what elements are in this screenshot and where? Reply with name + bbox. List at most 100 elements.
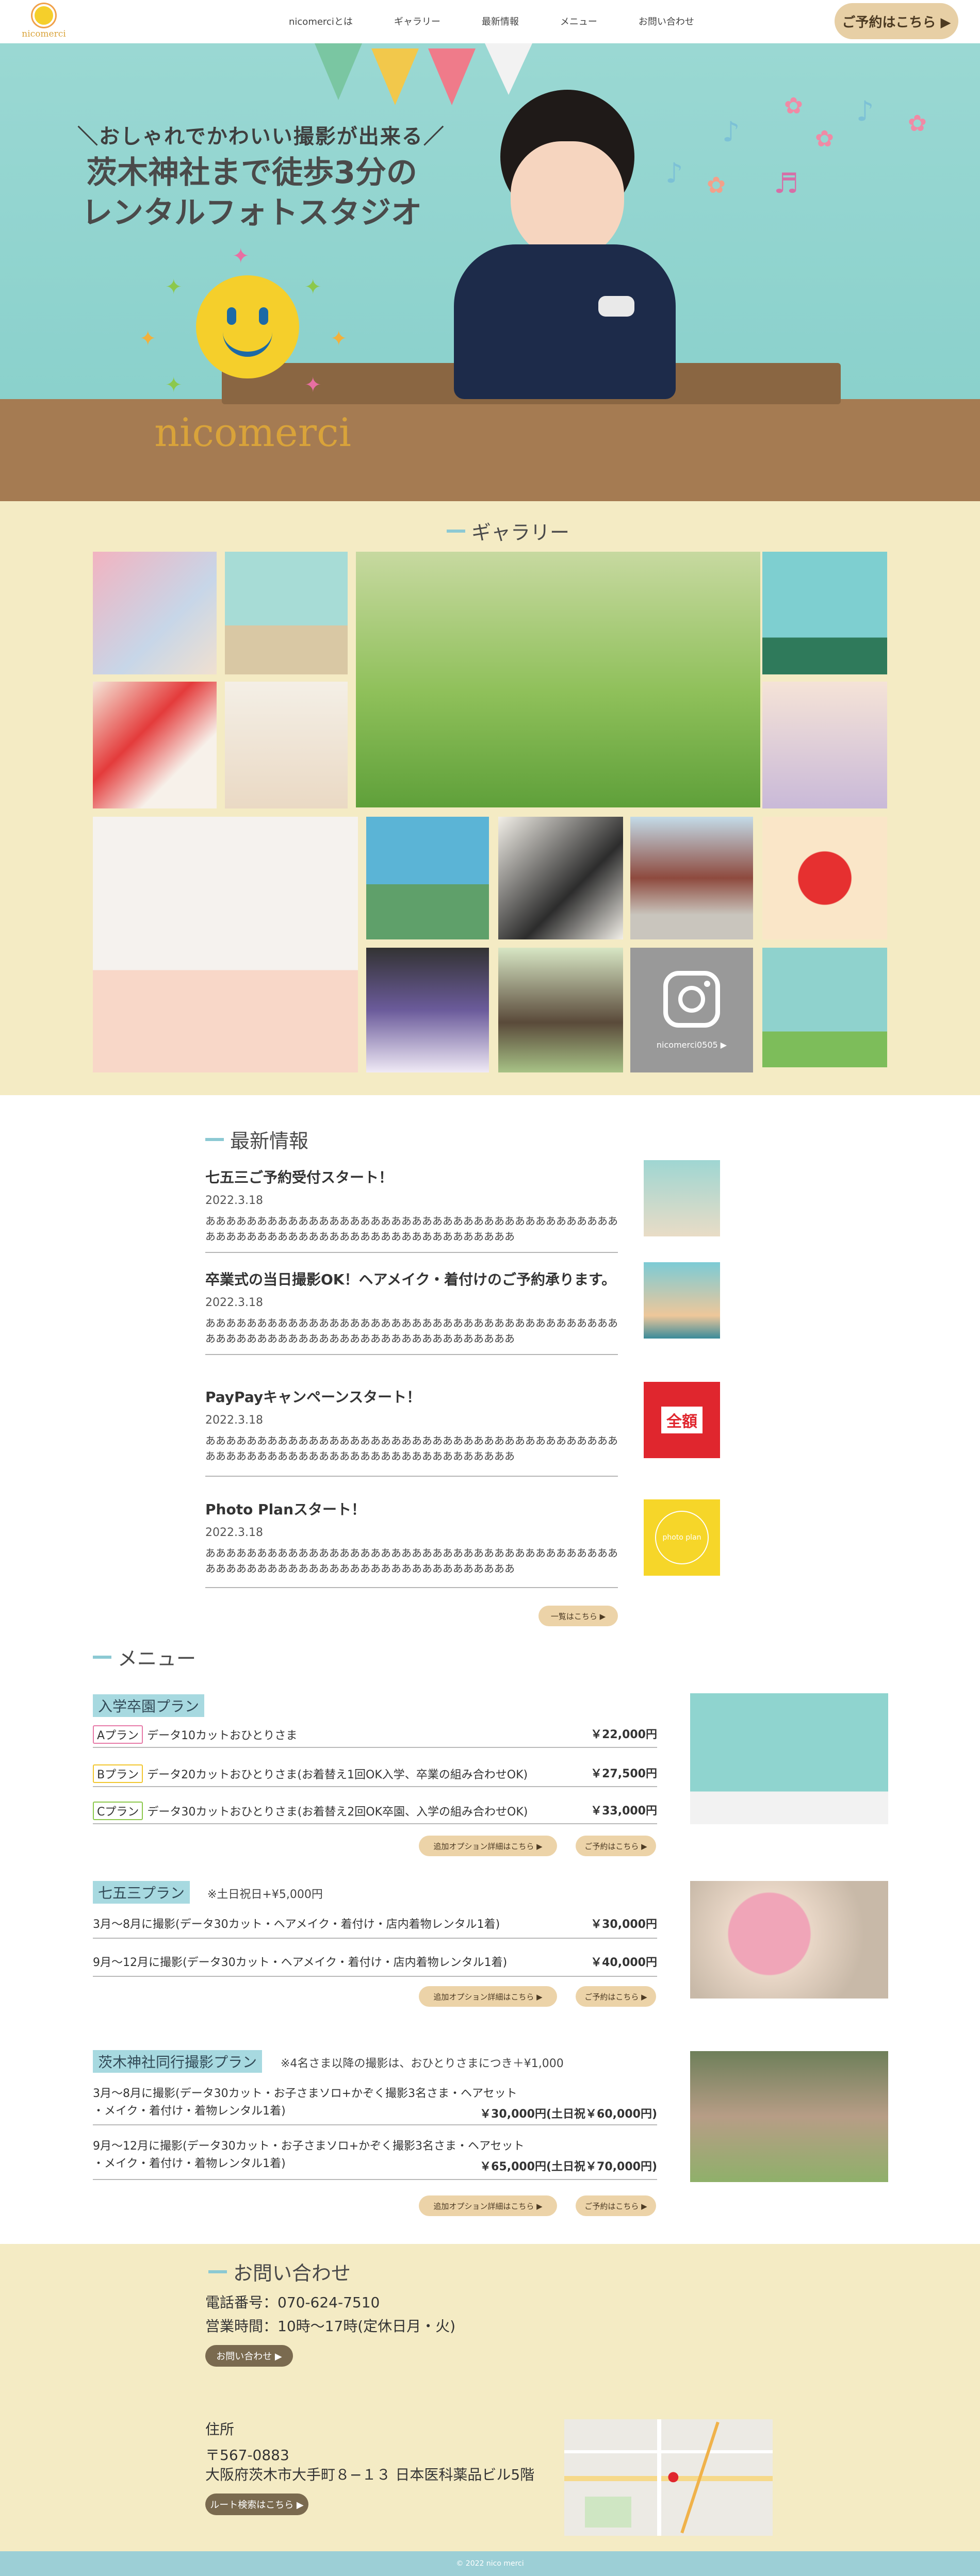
music-note-icon: ♪ bbox=[665, 157, 683, 189]
plan-reserve-button[interactable]: ご予約はこちら ▶ bbox=[576, 1836, 656, 1856]
site-logo[interactable]: nicomerci bbox=[21, 4, 67, 41]
flower-icon: ✿ bbox=[784, 93, 803, 119]
gallery-photo[interactable] bbox=[93, 817, 358, 1072]
sun-logo-icon bbox=[32, 4, 55, 27]
news-more-button[interactable]: 一覧はこちら ▶ bbox=[538, 1606, 618, 1626]
contact-section bbox=[0, 2244, 980, 2551]
gallery-photo[interactable] bbox=[498, 817, 623, 939]
main-nav: nicomerciとは ギャラリー 最新情報 メニュー お問い合わせ bbox=[289, 14, 736, 30]
news-title-text: 最新情報 bbox=[230, 1130, 309, 1152]
hero-tagline: ＼おしゃれでかわいい撮影が出来る／ bbox=[77, 125, 445, 148]
plan-note: ※土日祝日+¥5,000円 bbox=[207, 1888, 323, 1901]
reserve-button[interactable]: ご予約はこちら ▶ bbox=[835, 3, 958, 39]
divider bbox=[205, 1354, 618, 1355]
news-thumbnail[interactable]: 全額 bbox=[644, 1382, 720, 1458]
news-item-title[interactable]: 七五三ご予約受付スタート！ bbox=[205, 1166, 618, 1187]
plan-price: ￥33,000円 bbox=[591, 1805, 657, 1818]
address-text: 大阪府茨木市大手町８−１３ 日本医科薬品ビル5階 bbox=[205, 2466, 535, 2483]
news-item[interactable]: 七五三ご予約受付スタート！ 2022.3.18 ああああああああああああああああ… bbox=[205, 1166, 618, 1244]
photo-plan-badge: photo plan bbox=[655, 1511, 709, 1564]
gallery-photo[interactable] bbox=[225, 552, 348, 674]
contact-title-text: お問い合わせ bbox=[233, 2262, 351, 2285]
news-thumbnail[interactable]: photo plan bbox=[644, 1499, 720, 1576]
news-thumbnail[interactable] bbox=[644, 1262, 720, 1339]
nav-about[interactable]: nicomerciとは bbox=[289, 14, 353, 30]
smiley-sun-icon bbox=[196, 275, 299, 378]
hero-headline-line1: 茨木神社まで徒歩3分の bbox=[86, 155, 417, 191]
gallery-photo[interactable] bbox=[762, 948, 887, 1067]
plan-row-text: データ30カットおひとりさま(お着替え2回OK卒園、入学の組み合わせOK) bbox=[147, 1806, 528, 1819]
plan-row: Bプラン データ20カットおひとりさま(お着替え1回OK入学、卒業の組み合わせOK… bbox=[93, 1764, 657, 1787]
hero-headline: 茨木神社まで徒歩3分の レンタルフォトスタジオ bbox=[66, 153, 437, 233]
news-item-title[interactable]: Photo Planスタート！ bbox=[205, 1498, 618, 1519]
plan-row: Aプラン データ10カットおひとりさま ￥22,000円 bbox=[93, 1725, 657, 1748]
plan-row-label: 3月〜8月に撮影(データ30カット・お子さまソロ+かぞく撮影3名さま・ヘアセット… bbox=[93, 2085, 517, 2120]
option-details-button[interactable]: 追加オプション詳細はこちら ▶ bbox=[419, 2195, 557, 2216]
menu-title-text: メニュー bbox=[118, 1647, 197, 1670]
instagram-icon bbox=[663, 970, 720, 1028]
menu-photo bbox=[690, 1881, 888, 1999]
gallery-photo[interactable] bbox=[93, 682, 217, 808]
nav-gallery[interactable]: ギャラリー bbox=[394, 14, 440, 30]
flower-icon: ✿ bbox=[707, 172, 726, 199]
news-item[interactable]: PayPayキャンペーンスタート！ 2022.3.18 ああああああああああああ… bbox=[205, 1386, 618, 1464]
gallery-title: ギャラリー bbox=[447, 517, 569, 545]
news-item-title[interactable]: PayPayキャンペーンスタート！ bbox=[205, 1386, 618, 1407]
plan-row-label: Aプラン データ10カットおひとりさま bbox=[93, 1725, 297, 1744]
gallery-photo[interactable] bbox=[356, 552, 760, 807]
address-postal: 〒567-0883 bbox=[205, 2447, 289, 2464]
instagram-link[interactable]: nicomerci0505 ▶ bbox=[630, 948, 753, 1072]
gallery-photo[interactable] bbox=[366, 948, 489, 1072]
news-item-date: 2022.3.18 bbox=[205, 1296, 263, 1309]
news-item-body: ああああああああああああああああああああああああああああああああああああああああ… bbox=[205, 1434, 618, 1462]
plan-row-text: データ10カットおひとりさま bbox=[147, 1729, 298, 1742]
gallery-photo[interactable] bbox=[498, 948, 623, 1072]
gallery-photo[interactable] bbox=[225, 682, 348, 808]
gallery-photo[interactable] bbox=[630, 817, 753, 939]
menu-photo bbox=[690, 2051, 888, 2182]
news-item-title[interactable]: 卒業式の当日撮影OK！ヘアメイク・着付けのご予約承ります。 bbox=[205, 1268, 618, 1289]
map-embed[interactable]: ● bbox=[564, 2419, 773, 2536]
gallery-photo[interactable] bbox=[762, 817, 887, 939]
plan-name: 茨木神社同行撮影プラン bbox=[93, 2050, 263, 2073]
gallery-photo[interactable] bbox=[93, 552, 217, 674]
address-label: 住所 bbox=[205, 2421, 235, 2438]
music-note-icon: ♪ bbox=[722, 115, 740, 148]
route-button[interactable]: ルート検索はこちら ▶ bbox=[205, 2494, 308, 2515]
hero-headline-line2: レンタルフォトスタジオ bbox=[81, 195, 422, 231]
nav-menu[interactable]: メニュー bbox=[560, 14, 597, 30]
contact-button[interactable]: お問い合わせ ▶ bbox=[205, 2345, 293, 2367]
map-road bbox=[657, 2419, 661, 2536]
plan-reserve-button[interactable]: ご予約はこちら ▶ bbox=[576, 2195, 656, 2216]
news-item-body: ああああああああああああああああああああああああああああああああああああああああ… bbox=[205, 1317, 618, 1345]
contact-hours: 営業時間：10時〜17時(定休日月・火) bbox=[205, 2318, 456, 2335]
gallery-photo[interactable] bbox=[366, 817, 489, 939]
gallery-photo[interactable] bbox=[762, 682, 887, 808]
nav-news[interactable]: 最新情報 bbox=[482, 14, 519, 30]
news-item[interactable]: 卒業式の当日撮影OK！ヘアメイク・着付けのご予約承ります。 2022.3.18 … bbox=[205, 1268, 618, 1346]
plan-row: 3月〜8月に撮影(データ30カット・お子さまソロ+かぞく撮影3名さま・ヘアセット… bbox=[93, 2085, 657, 2125]
plan-price: ￥65,000円(土日祝￥70,000円) bbox=[480, 2160, 657, 2173]
nav-contact[interactable]: お問い合わせ bbox=[639, 14, 694, 30]
option-details-button[interactable]: 追加オプション詳細はこちら ▶ bbox=[419, 1986, 557, 2007]
divider bbox=[205, 1587, 618, 1588]
option-details-button[interactable]: 追加オプション詳細はこちら ▶ bbox=[419, 1836, 557, 1856]
gallery-photo[interactable] bbox=[762, 552, 887, 674]
gallery-title-text: ギャラリー bbox=[471, 521, 570, 544]
plan-reserve-button[interactable]: ご予約はこちら ▶ bbox=[576, 1986, 656, 2007]
news-item-body: ああああああああああああああああああああああああああああああああああああああああ… bbox=[205, 1547, 618, 1575]
news-item[interactable]: Photo Planスタート！ 2022.3.18 ああああああああああああああ… bbox=[205, 1498, 618, 1576]
plan-row-label: 9月〜12月に撮影(データ30カット・ヘアメイク・着付け・店内着物レンタル1着) bbox=[93, 1956, 508, 1969]
news-thumbnail[interactable] bbox=[644, 1160, 720, 1236]
plan-row: Cプラン データ30カットおひとりさま(お着替え2回OK卒園、入学の組み合わせOK… bbox=[93, 1802, 657, 1824]
map-park bbox=[585, 2497, 631, 2528]
news-item-date: 2022.3.18 bbox=[205, 1526, 263, 1539]
news-item-body: ああああああああああああああああああああああああああああああああああああああああ… bbox=[205, 1215, 618, 1243]
plan-badge: Aプラン bbox=[93, 1725, 143, 1744]
hero-child-photo bbox=[444, 90, 686, 399]
copyright: © 2022 nico merci bbox=[456, 2560, 524, 2568]
flower-icon: ✿ bbox=[815, 126, 834, 152]
hero-banner: ♪ ♬ ♪ ♪ ✿ ✿ ✿ ✿ ＼おしゃれでかわいい撮影が出来る／ 茨木神社まで… bbox=[0, 43, 980, 501]
site-footer: © 2022 nico merci bbox=[0, 2551, 980, 2576]
map-pin-icon: ● bbox=[667, 2469, 679, 2484]
